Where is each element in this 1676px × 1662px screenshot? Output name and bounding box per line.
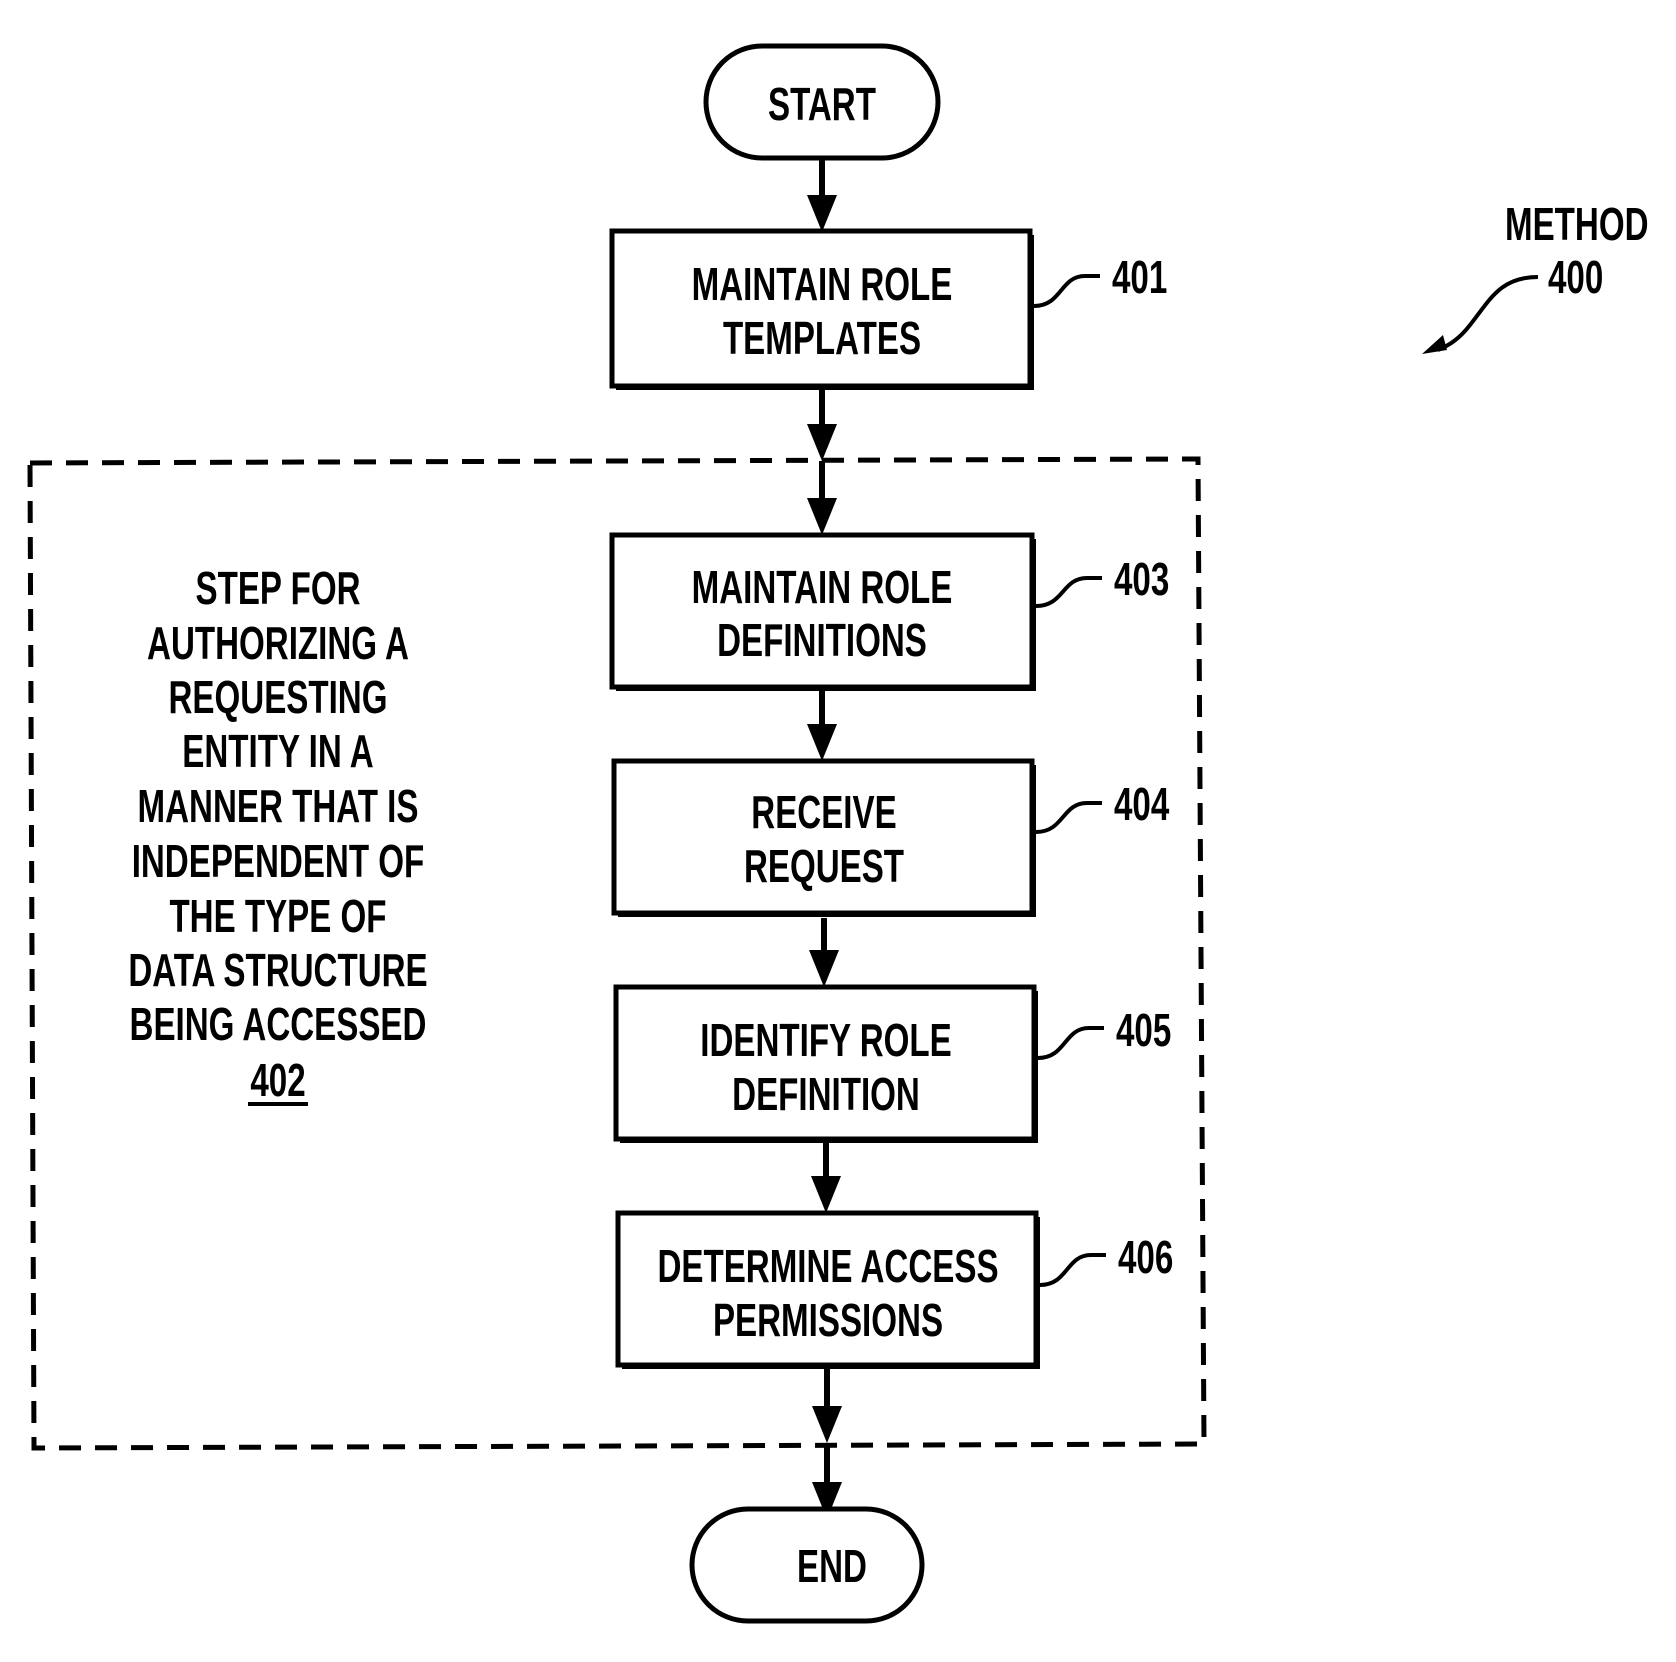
step-401-leader: [1033, 274, 1100, 308]
step-group-line: BEING ACCESSED: [130, 998, 427, 1050]
step-405: IDENTIFY ROLE DEFINITION 405: [613, 984, 1171, 1143]
step-406-leader: [1039, 1253, 1106, 1287]
step-group-line: THE TYPE OF: [169, 890, 386, 942]
step-group-number: 402: [250, 1054, 305, 1106]
step-401-ref: 401: [1112, 251, 1167, 303]
step-405-ref: 405: [1116, 1004, 1171, 1056]
step-405-leader: [1037, 1026, 1104, 1060]
step-405-line: IDENTIFY ROLE: [700, 1014, 952, 1066]
step-403: MAINTAIN ROLE DEFINITIONS 403: [609, 532, 1169, 691]
step-406-line: DETERMINE ACCESS: [657, 1240, 998, 1292]
arrowhead-401: [807, 195, 837, 232]
step-404-line: REQUEST: [744, 840, 904, 892]
step-404: RECEIVE REQUEST 404: [611, 758, 1170, 917]
step-group-line: ENTITY IN A: [182, 725, 373, 777]
method-pointer-arrowhead: [1422, 335, 1447, 354]
step-404-ref: 404: [1114, 778, 1170, 830]
step-403-ref: 403: [1114, 553, 1169, 605]
arrowhead-group-entry: [807, 424, 837, 461]
method-number: 400: [1548, 251, 1603, 303]
step-405-line: DEFINITION: [732, 1068, 920, 1120]
step-401: MAINTAIN ROLE TEMPLATES 401: [609, 228, 1167, 390]
flowchart-method-400: METHOD 400 STEP FOR AUTHORIZING A REQUES…: [27, 43, 1649, 1624]
step-group-line: STEP FOR: [196, 562, 361, 614]
method-label-text: METHOD: [1505, 198, 1649, 250]
step-404-line: RECEIVE: [751, 786, 896, 838]
step-group-line: MANNER THAT IS: [138, 780, 419, 832]
step-group-line: DATA STRUCTURE: [128, 944, 427, 996]
arrowhead-406: [811, 1176, 841, 1213]
start-terminal: START: [703, 43, 941, 161]
step-403-line: MAINTAIN ROLE: [692, 561, 953, 613]
step-401-line: MAINTAIN ROLE: [692, 258, 953, 310]
arrowhead-403: [807, 498, 837, 535]
step-group-label: STEP FOR AUTHORIZING A REQUESTING ENTITY…: [128, 562, 428, 1106]
start-label: START: [768, 78, 876, 130]
arrowhead-group-exit: [812, 1406, 842, 1443]
step-406-ref: 406: [1118, 1231, 1173, 1283]
step-401-line: TEMPLATES: [723, 312, 921, 364]
method-label: METHOD 400: [1422, 198, 1649, 354]
step-403-line: DEFINITIONS: [717, 614, 927, 666]
end-terminal: END: [689, 1506, 925, 1624]
step-404-leader: [1035, 801, 1102, 834]
step-406-line: PERMISSIONS: [713, 1294, 943, 1346]
arrowhead-404: [807, 724, 837, 761]
step-group-line: REQUESTING: [169, 671, 388, 723]
end-label: END: [797, 1540, 867, 1592]
step-group-line: INDEPENDENT OF: [132, 835, 425, 887]
arrowhead-405: [809, 950, 839, 987]
method-pointer-arrow: [1437, 275, 1539, 352]
step-group-line: AUTHORIZING A: [147, 617, 409, 669]
step-403-leader: [1035, 576, 1102, 608]
step-406: DETERMINE ACCESS PERMISSIONS 406: [615, 1210, 1173, 1369]
